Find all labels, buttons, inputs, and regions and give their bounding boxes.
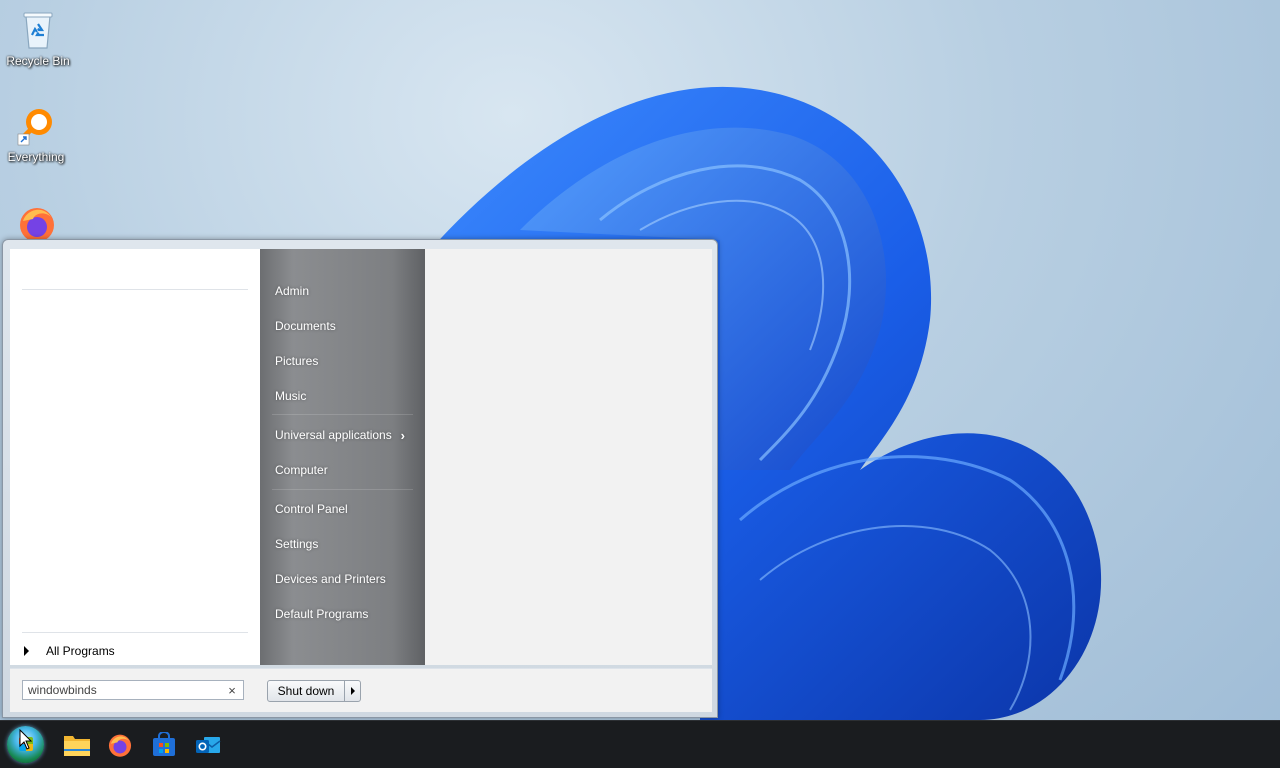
start-item-settings[interactable]: Settings <box>266 529 419 559</box>
desktop-icon-recycle-bin[interactable]: Recycle Bin <box>0 10 76 68</box>
search-box[interactable]: × <box>22 680 244 700</box>
start-menu-programs-pane: All Programs <box>10 249 260 665</box>
taskbar-file-explorer[interactable] <box>59 727 95 763</box>
outlook-icon <box>196 737 221 753</box>
desktop-icon-label: Recycle Bin <box>6 54 70 68</box>
search-input[interactable] <box>23 682 225 698</box>
start-item-control-panel[interactable]: Control Panel <box>266 494 419 524</box>
start-item-documents[interactable]: Documents <box>266 311 419 341</box>
taskbar-store[interactable] <box>146 727 182 763</box>
start-item-label: Universal applications <box>275 428 392 442</box>
all-programs-button[interactable]: All Programs <box>18 640 248 662</box>
taskbar-outlook[interactable] <box>190 727 226 763</box>
start-item-default-programs[interactable]: Default Programs <box>266 599 419 629</box>
divider <box>22 289 248 290</box>
taskbar <box>0 720 1280 768</box>
divider <box>272 489 413 490</box>
mouse-cursor-icon <box>19 729 33 750</box>
divider <box>272 414 413 415</box>
triangle-right-icon <box>24 646 29 656</box>
file-explorer-icon <box>64 736 90 756</box>
all-programs-label: All Programs <box>46 644 115 658</box>
start-item-label: Documents <box>275 319 336 333</box>
start-item-label: Pictures <box>275 354 319 368</box>
start-item-label: Settings <box>275 537 319 551</box>
start-item-music[interactable]: Music <box>266 381 419 411</box>
start-menu-preview-pane <box>425 249 712 665</box>
start-item-universal-applications[interactable]: Universal applications › <box>266 420 419 450</box>
firefox-icon <box>108 734 132 757</box>
start-item-admin[interactable]: Admin <box>266 276 419 306</box>
start-item-label: Music <box>275 389 307 403</box>
clear-search-icon[interactable]: × <box>225 683 239 698</box>
divider <box>22 632 248 633</box>
firefox-icon <box>17 203 57 243</box>
start-item-label: Admin <box>275 284 310 298</box>
start-item-pictures[interactable]: Pictures <box>266 346 419 376</box>
start-item-label: Computer <box>275 463 328 477</box>
desktop-icon-label: Everything <box>7 150 65 164</box>
shutdown-button[interactable]: Shut down <box>268 681 345 701</box>
desktop-icon-firefox[interactable] <box>0 203 75 243</box>
desktop-icon-everything[interactable]: Everything <box>0 106 74 164</box>
start-item-label: Control Panel <box>275 502 348 516</box>
start-item-devices-and-printers[interactable]: Devices and Printers <box>266 564 419 594</box>
store-icon <box>153 732 175 756</box>
shutdown-options-button[interactable] <box>345 681 360 701</box>
recycle-bin-icon <box>18 10 58 50</box>
shutdown-button-group: Shut down <box>267 680 361 702</box>
start-menu-places-pane: Admin Documents Pictures Music Universal… <box>260 249 425 665</box>
start-item-label: Devices and Printers <box>275 572 386 586</box>
arrow-right-icon <box>350 687 355 695</box>
taskbar-firefox[interactable] <box>102 727 138 763</box>
start-item-computer[interactable]: Computer <box>266 455 419 485</box>
start-menu-bottom-bar: × Shut down <box>10 668 712 712</box>
start-item-label: Default Programs <box>275 607 369 621</box>
chevron-right-icon: › <box>400 428 405 443</box>
start-menu: All Programs Admin Documents Pictures Mu… <box>2 239 718 718</box>
everything-search-icon <box>16 106 56 146</box>
